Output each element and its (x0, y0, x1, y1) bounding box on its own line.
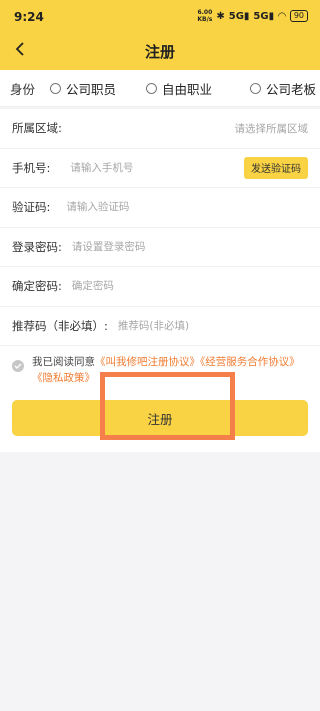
password-input[interactable] (71, 240, 308, 253)
registration-form: 所属区域: 请选择所属区域 手机号: 发送验证码 验证码: 登录密码: 确定密码… (0, 109, 320, 346)
region-label: 所属区域: (12, 121, 62, 136)
phone-row: 手机号: 发送验证码 (0, 149, 320, 188)
phone-label: 手机号: (12, 160, 51, 175)
status-time: 9:24 (14, 10, 44, 24)
password-label: 登录密码: (12, 239, 62, 254)
signal-5g-icon-2: 5G▮ (253, 10, 275, 22)
register-section: 注册 (0, 394, 320, 452)
agreement-checkbox[interactable] (12, 360, 24, 372)
code-input[interactable] (66, 201, 308, 214)
page-title: 注册 (144, 43, 175, 61)
identity-selector: 身份 公司职员 自由职业 公司老板 (0, 70, 320, 107)
referral-input[interactable] (117, 319, 308, 332)
signal-5g-icon-1: 5G▮ (228, 10, 250, 22)
radio-freelancer[interactable]: 自由职业 (146, 79, 212, 98)
agreement-section: 我已阅读同意《叫我修吧注册协议》《经营服务合作协议》《隐私政策》 (0, 346, 320, 394)
phone-input[interactable] (70, 161, 244, 174)
radio-company-owner[interactable]: 公司老板 (250, 79, 316, 98)
cooperation-agreement-link[interactable]: 《经营服务合作协议》 (200, 356, 300, 368)
radio-circle-icon (250, 82, 262, 94)
code-label: 验证码: (12, 200, 51, 215)
region-row: 所属区域: 请选择所属区域 (0, 109, 320, 149)
radio-label: 公司老板 (266, 81, 317, 97)
status-bar: 9:24 6.00 KB/s ✱ 5G▮ 5G▮ ◠ 90 (0, 0, 320, 32)
register-button[interactable]: 注册 (12, 400, 308, 436)
confirm-label: 确定密码: (12, 279, 62, 294)
network-speed: 6.00 KB/s (197, 9, 213, 23)
bluetooth-icon: ✱ (216, 10, 225, 22)
code-row: 验证码: (0, 188, 320, 228)
header: 9:24 6.00 KB/s ✱ 5G▮ 5G▮ ◠ 90 注册 (0, 0, 320, 70)
check-icon (14, 363, 22, 369)
radio-label: 公司职员 (66, 81, 117, 97)
identity-label: 身份 (10, 81, 36, 97)
nav-bar: 注册 (0, 32, 320, 70)
wifi-icon: ◠ (278, 10, 286, 22)
referral-row: 推荐码（非必填）: (0, 307, 320, 346)
privacy-policy-link[interactable]: 《隐私政策》 (32, 372, 95, 384)
referral-label: 推荐码（非必填）: (12, 318, 108, 333)
radio-company-employee[interactable]: 公司职员 (50, 79, 116, 98)
battery-icon: 90 (289, 10, 308, 22)
send-code-button[interactable]: 发送验证码 (244, 156, 308, 179)
confirm-row: 确定密码: (0, 267, 320, 307)
password-row: 登录密码: (0, 228, 320, 267)
radio-label: 自由职业 (162, 81, 213, 97)
register-agreement-link[interactable]: 《叫我修吧注册协议》 (95, 356, 200, 368)
radio-circle-icon (146, 82, 158, 94)
status-icons: 6.00 KB/s ✱ 5G▮ 5G▮ ◠ 90 (197, 9, 308, 23)
agreement-text: 我已阅读同意《叫我修吧注册协议》《经营服务合作协议》《隐私政策》 (32, 356, 300, 384)
confirm-password-input[interactable] (71, 280, 308, 293)
radio-circle-icon (50, 82, 61, 94)
region-select[interactable]: 请选择所属区域 (235, 121, 309, 136)
